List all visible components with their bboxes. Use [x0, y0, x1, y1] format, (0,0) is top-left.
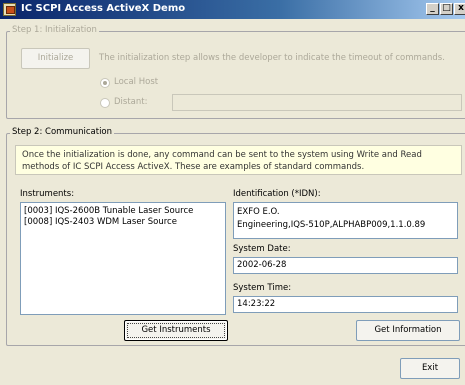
identification-line: EXFO E.O. — [237, 207, 280, 217]
step2-legend: Step 2: Communication — [10, 127, 115, 137]
local-host-label[interactable]: Local Host — [114, 77, 158, 87]
initialize-button[interactable]: Initialize — [21, 48, 90, 69]
get-instruments-button[interactable]: Get Instruments — [124, 320, 228, 341]
maximize-button[interactable]: □ — [440, 3, 453, 15]
exit-button[interactable]: Exit — [400, 358, 460, 379]
system-time-field[interactable]: 14:23:22 — [233, 296, 458, 313]
identification-label: Identification (*IDN): — [233, 189, 321, 199]
identification-line: Engineering,IQS-510P,ALPHABP009,1.1.0.89 — [237, 220, 426, 230]
system-time-label: System Time: — [233, 283, 292, 293]
close-button[interactable]: x — [454, 3, 465, 15]
step2-description: Once the initialization is done, any com… — [15, 145, 462, 175]
minimize-button[interactable]: _ — [426, 3, 439, 15]
local-host-radio[interactable] — [100, 78, 110, 88]
system-date-label: System Date: — [233, 244, 291, 254]
step1-legend: Step 1: Initialization — [10, 25, 99, 35]
distant-host-field[interactable] — [172, 94, 462, 111]
title-bar[interactable]: IC SCPI Access ActiveX Demo _ □ x — [0, 0, 465, 19]
system-date-field[interactable]: 2002-06-28 — [233, 257, 458, 274]
list-item[interactable]: [0003] IQS-2600B Tunable Laser Source — [24, 206, 222, 217]
instruments-label: Instruments: — [20, 189, 75, 199]
instruments-list[interactable]: [0003] IQS-2600B Tunable Laser Source [0… — [20, 202, 226, 315]
list-item[interactable]: [0008] IQS-2403 WDM Laser Source — [24, 217, 222, 228]
identification-field[interactable]: EXFO E.O. Engineering,IQS-510P,ALPHABP00… — [233, 202, 458, 239]
step1-description: The initialization step allows the devel… — [99, 53, 445, 63]
app-icon — [3, 3, 16, 16]
distant-radio[interactable] — [100, 98, 110, 108]
get-information-button[interactable]: Get Information — [356, 320, 460, 341]
distant-label[interactable]: Distant: — [114, 97, 147, 107]
window-title: IC SCPI Access ActiveX Demo — [21, 3, 186, 14]
